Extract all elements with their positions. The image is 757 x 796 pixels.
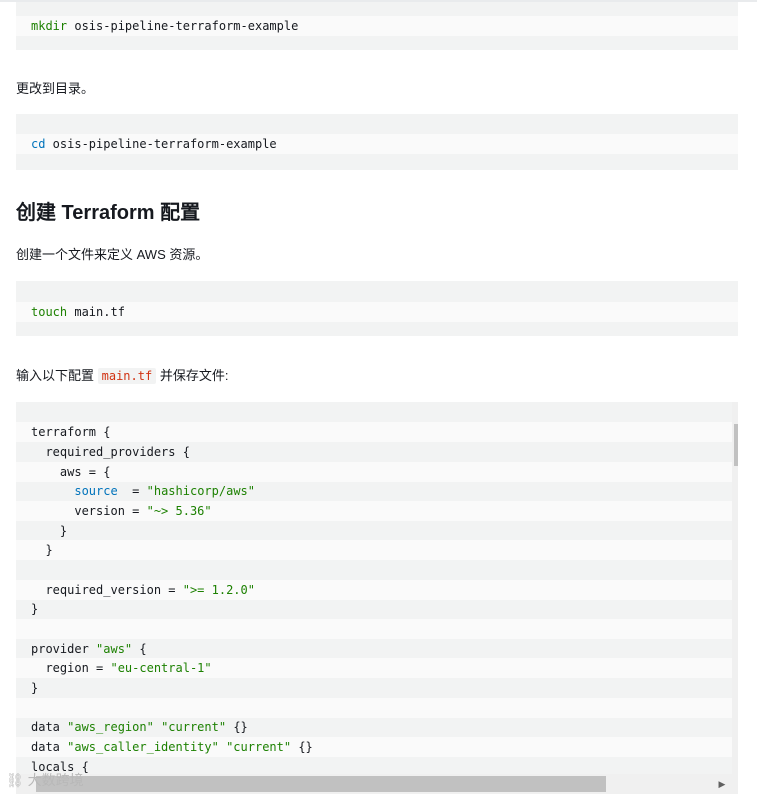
code-line: mkdir osis-pipeline-terraform-example	[16, 16, 738, 36]
scroll-right-icon[interactable]: ▶	[712, 776, 732, 792]
paragraph-text: 输入以下配置	[16, 368, 98, 383]
code-line: region = "eu-central-1"	[16, 658, 738, 678]
code-line: version = "~> 5.36"	[16, 501, 738, 521]
code-block-mkdir[interactable]: mkdir osis-pipeline-terraform-example	[16, 2, 738, 50]
code-op: {}	[291, 740, 313, 754]
command-args: main.tf	[67, 305, 125, 319]
code-string: "current"	[226, 740, 292, 754]
section-heading: 创建 Terraform 配置	[16, 202, 201, 224]
code-line: }	[31, 602, 39, 616]
code-string: "~> 5.36"	[146, 504, 212, 518]
command-keyword: mkdir	[31, 19, 68, 33]
code-line: data "aws_caller_identity" "current" {}	[16, 737, 738, 757]
code-op: {}	[226, 720, 248, 734]
command-args: osis-pipeline-terraform-example	[45, 137, 277, 151]
code-string: "aws"	[96, 642, 133, 656]
code-block-touch[interactable]: touch main.tf	[16, 281, 738, 336]
code-key: provider	[31, 642, 97, 656]
code-string: "aws_caller_identity"	[67, 740, 219, 754]
paragraph-change-dir: 更改到目录。	[16, 81, 95, 96]
code-line: terraform {	[16, 422, 738, 442]
code-line: touch main.tf	[16, 302, 738, 322]
horizontal-scroll-thumb[interactable]	[36, 776, 606, 792]
watermark-text: 大数跨境	[27, 772, 84, 788]
code-line: source = "hashicorp/aws"	[16, 481, 738, 501]
scroll-down-icon[interactable]: ▼	[732, 752, 739, 768]
code-op: =	[117, 484, 147, 498]
code-string: "aws_region"	[67, 720, 154, 734]
code-line: required_version = ">= 1.2.0"	[16, 580, 738, 600]
code-string: "hashicorp/aws"	[146, 484, 255, 498]
code-line: aws = {	[16, 462, 738, 482]
code-line	[16, 698, 738, 718]
code-line: data "aws_region" "current" {}	[16, 717, 738, 737]
command-keyword: cd	[31, 137, 46, 151]
paragraph-text: 并保存文件:	[156, 368, 229, 383]
command-args: osis-pipeline-terraform-example	[67, 19, 299, 33]
code-op: {	[132, 642, 147, 656]
code-line: }	[31, 681, 39, 695]
code-line: required_providers {	[31, 445, 190, 459]
code-line: }	[16, 540, 738, 560]
code-key: data	[31, 740, 68, 754]
inline-code-filename: main.tf	[97, 368, 157, 384]
scroll-up-icon[interactable]: ▲	[732, 406, 739, 422]
code-line: }	[31, 524, 68, 538]
watermark-logo: ⛓ 大数跨境	[6, 772, 84, 788]
code-string: ">= 1.2.0"	[182, 583, 255, 597]
code-string: "current"	[161, 720, 227, 734]
code-key: required_version =	[31, 583, 183, 597]
code-key: data	[31, 720, 68, 734]
vertical-scroll-thumb[interactable]	[734, 424, 738, 466]
code-line	[16, 619, 738, 639]
paragraph-create-file: 创建一个文件来定义 AWS 资源。	[16, 247, 209, 262]
code-block-terraform[interactable]: terraform { required_providers { aws = {…	[16, 402, 738, 794]
code-block-cd[interactable]: cd osis-pipeline-terraform-example	[16, 114, 738, 170]
code-line: cd osis-pipeline-terraform-example	[16, 134, 738, 154]
paragraph-enter-config: 输入以下配置 main.tf 并保存文件:	[16, 367, 228, 385]
command-keyword: touch	[31, 305, 68, 319]
code-line: provider "aws" {	[16, 639, 738, 659]
code-key: source	[74, 484, 118, 498]
code-key: region =	[31, 661, 111, 675]
code-string: "eu-central-1"	[110, 661, 212, 675]
code-key: version =	[31, 504, 147, 518]
